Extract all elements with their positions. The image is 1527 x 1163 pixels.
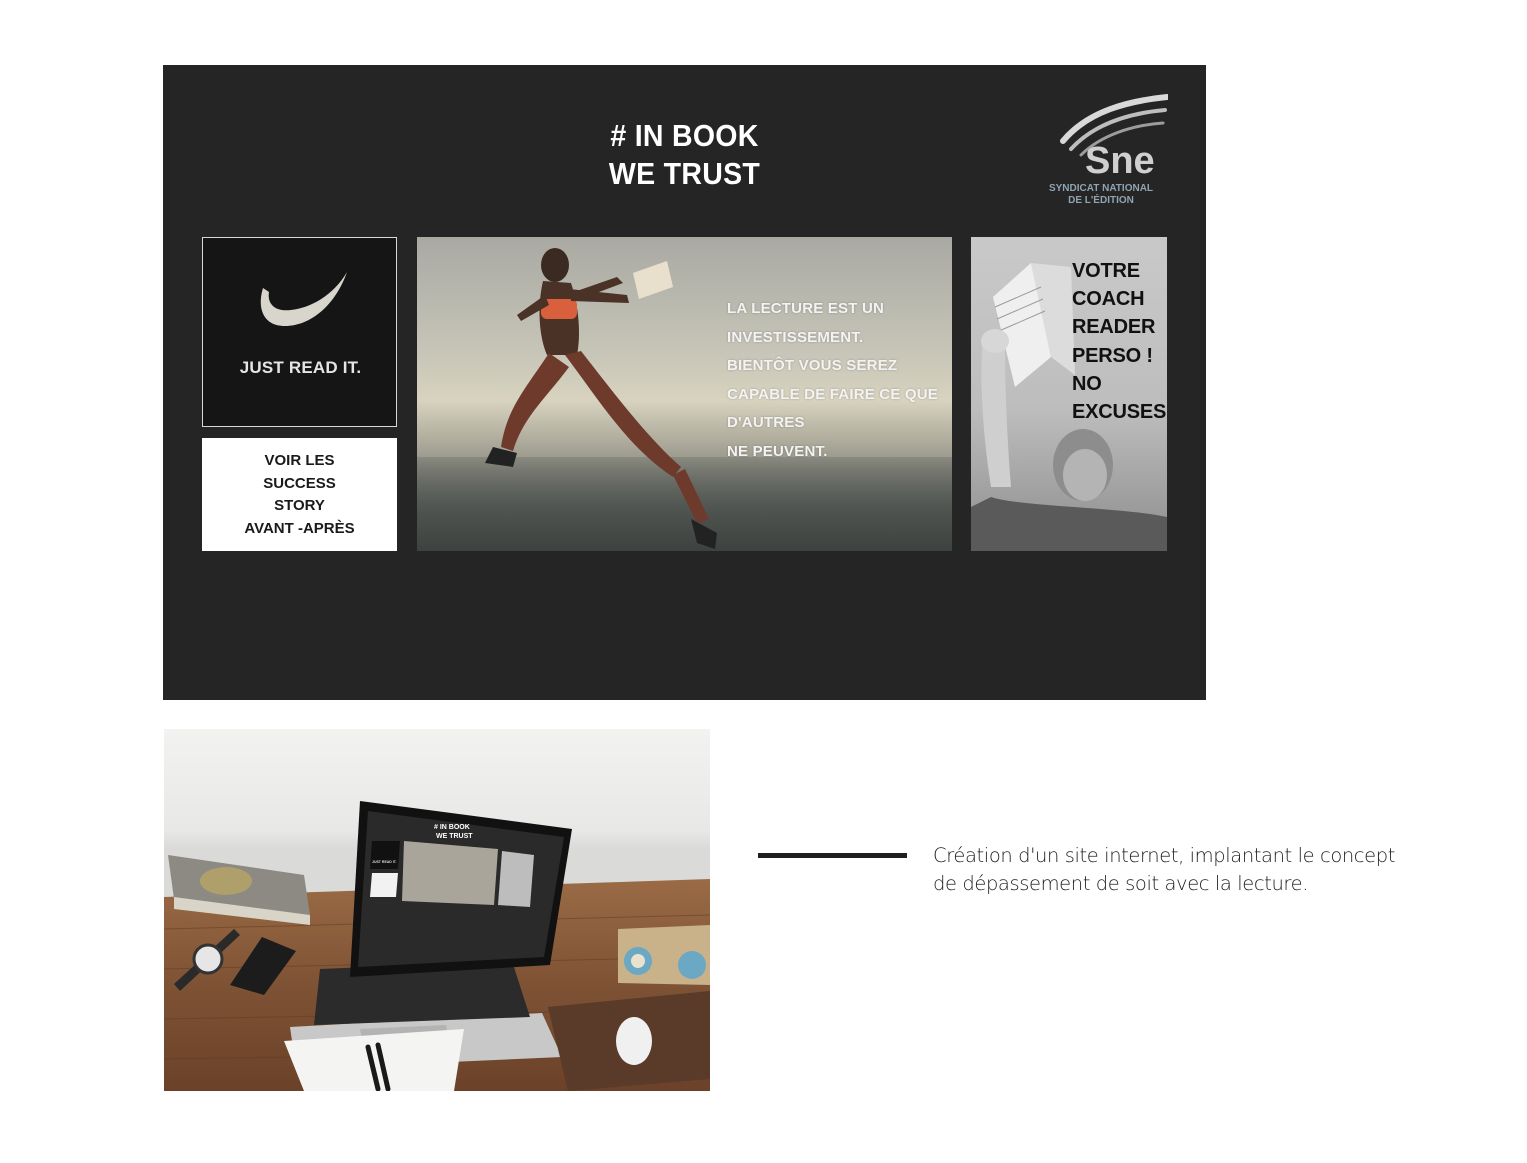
hero-banner[interactable]: LA LECTURE EST UN INVESTISSEMENT. BIENTÔ… [417, 237, 952, 551]
success-story-line-1: VOIR LES [264, 452, 335, 469]
hero-text-line-4: CAPABLE DE FAIRE CE QUE [727, 385, 939, 403]
caption-line-2: de dépassement de soit avec la lecture. [933, 872, 1309, 895]
coach-text-line-6: EXCUSES [1072, 401, 1167, 424]
success-story-label: VOIR LES SUCCESS STORY AVANT -APRÈS [202, 450, 397, 540]
sne-caption: SYNDICAT NATIONAL DE L'ÉDITION [1031, 183, 1171, 207]
hero-text-line-5: D'AUTRES [727, 414, 805, 431]
coach-text: VOTRE COACH READER PERSO ! NO EXCUSES [1072, 257, 1167, 426]
hero-text-line-2: INVESTISSEMENT. [727, 328, 864, 346]
just-read-it-tile[interactable]: JUST READ IT. [202, 237, 397, 427]
hero-text-line-3: BIENTÔT VOUS SEREZ [727, 357, 898, 374]
caption-line-1: Création d'un site internet, implantant … [933, 844, 1395, 867]
coach-text-line-3: READER [1072, 316, 1156, 339]
laptop-mockup-photo: # IN BOOK WE TRUST JUST READ IT. [164, 729, 710, 1091]
site-title-line-1: # IN BOOK [610, 118, 759, 153]
sne-caption-line-1: SYNDICAT NATIONAL [1048, 183, 1154, 194]
success-story-line-3: STORY [274, 497, 325, 514]
coach-text-line-4: PERSO ! [1072, 344, 1153, 367]
coach-text-line-2: COACH [1072, 288, 1145, 311]
coach-text-line-1: VOTRE [1072, 260, 1140, 282]
hero-text-line-1: LA LECTURE EST UN [727, 300, 885, 317]
website-mockup: # IN BOOK WE TRUST Sne SYNDICAT NATIONAL… [163, 65, 1206, 700]
mockup-slogan: JUST READ IT. [372, 860, 397, 864]
sne-caption-line-2: DE L'ÉDITION [1068, 195, 1134, 206]
hero-text: LA LECTURE EST UN INVESTISSEMENT. BIENTÔ… [727, 295, 952, 466]
sne-mark: Sne [1085, 140, 1155, 182]
project-caption: Création d'un site internet, implantant … [933, 842, 1413, 898]
coach-reader-tile[interactable]: VOTRE COACH READER PERSO ! NO EXCUSES [971, 237, 1167, 551]
success-story-line-4: AVANT -APRÈS [244, 519, 355, 537]
hero-text-line-6: NE PEUVENT. [727, 442, 828, 460]
jumping-athlete-image [485, 248, 717, 549]
desk-scene-image: # IN BOOK WE TRUST JUST READ IT. [164, 801, 710, 1091]
just-read-it-slogan: JUST READ IT. [239, 358, 362, 377]
site-title-line-2: WE TRUST [608, 156, 761, 191]
coach-text-line-5: NO [1072, 372, 1102, 395]
success-story-button[interactable]: VOIR LES SUCCESS STORY AVANT -APRÈS [202, 438, 397, 551]
caption-divider [758, 853, 907, 858]
swoosh-icon [260, 272, 347, 326]
mockup-title-line-2: WE TRUST [436, 833, 473, 840]
success-story-line-2: SUCCESS [263, 474, 336, 492]
mockup-title-line-1: # IN BOOK [434, 824, 470, 831]
site-title: # IN BOOK WE TRUST [205, 117, 1165, 193]
